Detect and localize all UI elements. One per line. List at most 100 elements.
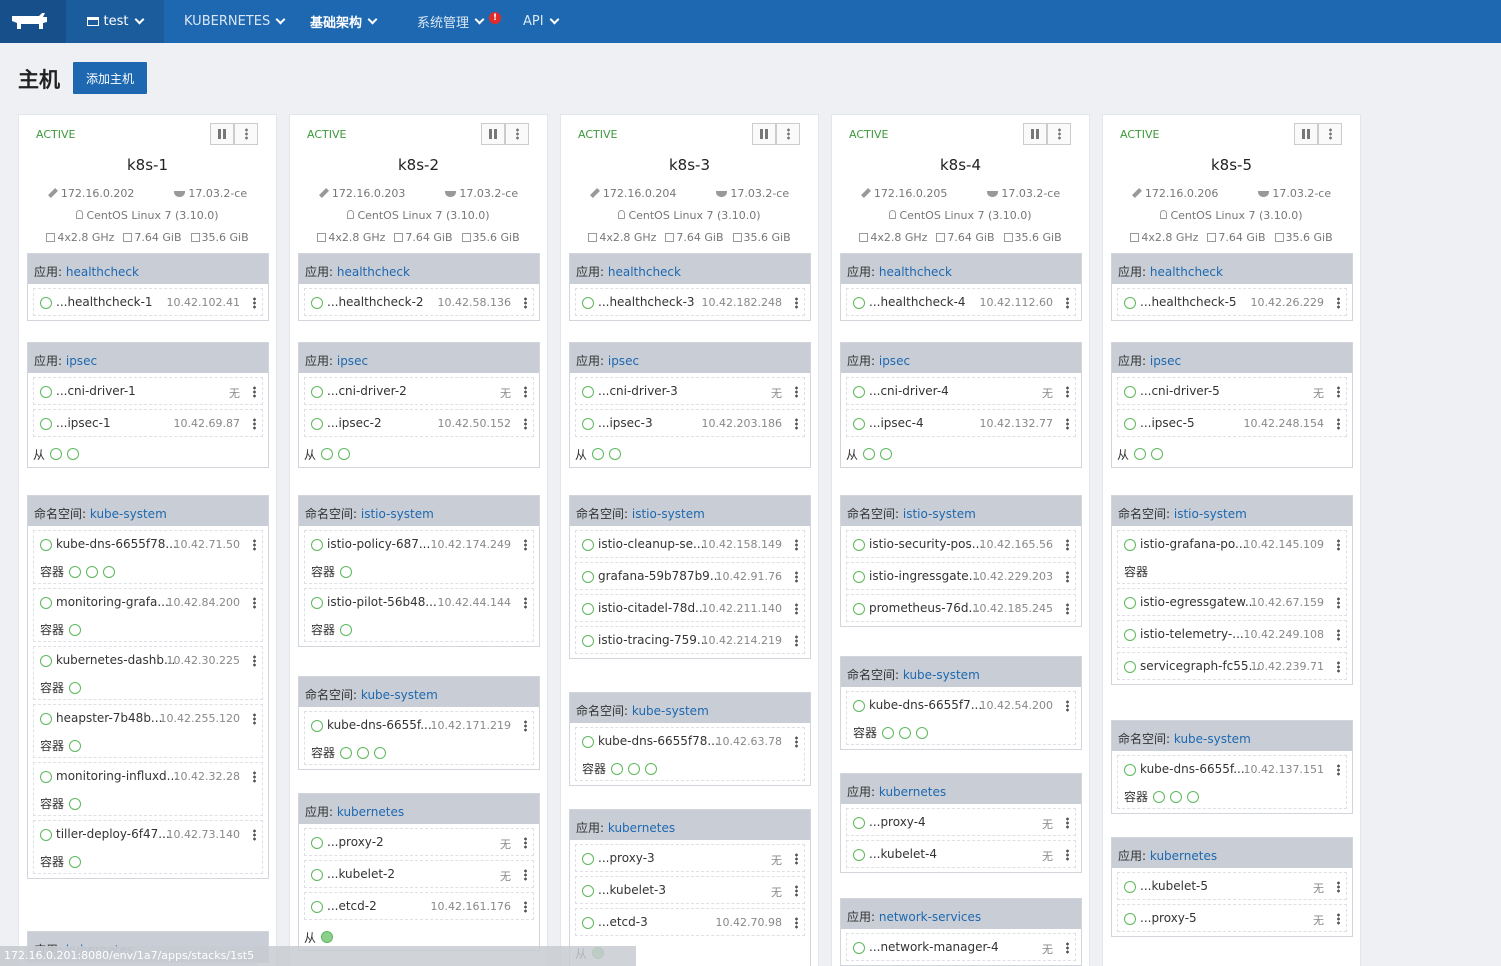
container-name[interactable]: ...kubelet-4: [869, 847, 937, 861]
row-menu-icon[interactable]: [253, 297, 256, 309]
container-row[interactable]: ...ipsec-5 10.42.248.154: [1117, 409, 1347, 437]
container-name[interactable]: ...etcd-3: [598, 915, 648, 929]
container-name[interactable]: istio-cleanup-se...: [598, 537, 704, 551]
row-menu-icon[interactable]: [1337, 764, 1340, 776]
row-menu-icon[interactable]: [1337, 297, 1340, 309]
container-row[interactable]: kube-dns-6655f78... 10.42.71.50 容器: [33, 530, 263, 584]
container-row[interactable]: ...proxy-4 无: [846, 808, 1076, 836]
group-link[interactable]: network-services: [879, 910, 981, 924]
row-menu-icon[interactable]: [524, 597, 527, 609]
container-row[interactable]: ...etcd-3 10.42.70.98: [575, 908, 805, 936]
row-menu-icon[interactable]: [795, 736, 798, 748]
row-menu-icon[interactable]: [795, 386, 798, 398]
container-name[interactable]: kube-dns-6655f...: [1140, 762, 1245, 776]
row-menu-icon[interactable]: [1337, 386, 1340, 398]
container-row[interactable]: ...healthcheck-3 10.42.182.248: [575, 288, 805, 316]
container-row[interactable]: ...healthcheck-4 10.42.112.60: [846, 288, 1076, 316]
row-menu-icon[interactable]: [1066, 539, 1069, 551]
row-menu-icon[interactable]: [1337, 629, 1340, 641]
add-host-button[interactable]: 添加主机: [73, 62, 147, 94]
row-menu-icon[interactable]: [253, 713, 256, 725]
row-menu-icon[interactable]: [1066, 603, 1069, 615]
group-link[interactable]: ipsec: [608, 354, 639, 368]
container-row[interactable]: ...cni-driver-4 无: [846, 377, 1076, 405]
container-row[interactable]: servicegraph-fc55... 10.42.239.71: [1117, 652, 1347, 680]
container-name[interactable]: istio-pilot-56b48...: [327, 595, 437, 609]
container-name[interactable]: ...proxy-2: [327, 835, 384, 849]
container-row[interactable]: ...cni-driver-3 无: [575, 377, 805, 405]
container-row[interactable]: ...proxy-5 无: [1117, 904, 1347, 932]
container-name[interactable]: ...healthcheck-5: [1140, 295, 1237, 309]
row-menu-icon[interactable]: [1337, 539, 1340, 551]
group-link[interactable]: kube-system: [361, 688, 438, 702]
group-link[interactable]: kube-system: [90, 507, 167, 521]
row-menu-icon[interactable]: [253, 829, 256, 841]
group-link[interactable]: healthcheck: [66, 265, 139, 279]
container-name[interactable]: tiller-deploy-6f47...: [56, 827, 170, 841]
container-name[interactable]: ...kubelet-5: [1140, 879, 1208, 893]
group-link[interactable]: istio-system: [903, 507, 976, 521]
container-row[interactable]: ...kubelet-2 无: [304, 860, 534, 888]
container-row[interactable]: istio-egressgatew... 10.42.67.159: [1117, 588, 1347, 616]
container-name[interactable]: istio-policy-687...: [327, 537, 430, 551]
container-row[interactable]: heapster-7b48b... 10.42.255.120 容器: [33, 704, 263, 758]
container-name[interactable]: kube-dns-6655f78...: [56, 537, 177, 551]
container-name[interactable]: ...network-manager-4: [869, 940, 999, 954]
container-row[interactable]: ...ipsec-2 10.42.50.152: [304, 409, 534, 437]
row-menu-icon[interactable]: [253, 771, 256, 783]
row-menu-icon[interactable]: [1066, 700, 1069, 712]
row-menu-icon[interactable]: [795, 885, 798, 897]
container-name[interactable]: istio-security-pos...: [869, 537, 983, 551]
container-row[interactable]: kube-dns-6655f... 10.42.137.151 容器: [1117, 755, 1347, 809]
container-row[interactable]: grafana-59b787b9... 10.42.91.76: [575, 562, 805, 590]
container-row[interactable]: istio-ingressgate... 10.42.229.203: [846, 562, 1076, 590]
container-row[interactable]: ...kubelet-5 无: [1117, 872, 1347, 900]
container-name[interactable]: ...ipsec-1: [56, 416, 111, 430]
row-menu-icon[interactable]: [1066, 942, 1069, 954]
container-row[interactable]: ...ipsec-4 10.42.132.77: [846, 409, 1076, 437]
container-row[interactable]: ...cni-driver-1 无: [33, 377, 263, 405]
row-menu-icon[interactable]: [253, 539, 256, 551]
row-menu-icon[interactable]: [524, 386, 527, 398]
container-name[interactable]: ...healthcheck-4: [869, 295, 966, 309]
container-name[interactable]: ...cni-driver-5: [1140, 384, 1220, 398]
container-row[interactable]: ...ipsec-1 10.42.69.87: [33, 409, 263, 437]
host-name[interactable]: k8s-4: [832, 156, 1089, 174]
container-name[interactable]: kube-dns-6655f7...: [869, 698, 982, 712]
row-menu-icon[interactable]: [524, 837, 527, 849]
host-menu-button[interactable]: [505, 123, 529, 145]
nav-infrastructure[interactable]: 基础架构: [310, 0, 378, 43]
pause-button[interactable]: [1294, 123, 1318, 145]
row-menu-icon[interactable]: [524, 418, 527, 430]
host-name[interactable]: k8s-2: [290, 156, 547, 174]
container-row[interactable]: kubernetes-dashb... 10.42.30.225 容器: [33, 646, 263, 700]
group-link[interactable]: istio-system: [632, 507, 705, 521]
container-name[interactable]: ...ipsec-3: [598, 416, 653, 430]
container-row[interactable]: ...kubelet-3 无: [575, 876, 805, 904]
row-menu-icon[interactable]: [795, 571, 798, 583]
row-menu-icon[interactable]: [524, 539, 527, 551]
container-row[interactable]: prometheus-76d... 10.42.185.245: [846, 594, 1076, 622]
container-name[interactable]: kube-dns-6655f78...: [598, 734, 719, 748]
container-row[interactable]: ...network-manager-4 无: [846, 933, 1076, 961]
container-name[interactable]: heapster-7b48b...: [56, 711, 162, 725]
host-name[interactable]: k8s-1: [19, 156, 276, 174]
container-name[interactable]: servicegraph-fc55...: [1140, 659, 1260, 673]
container-row[interactable]: ...healthcheck-5 10.42.26.229: [1117, 288, 1347, 316]
container-name[interactable]: istio-grafana-po...: [1140, 537, 1246, 551]
container-name[interactable]: istio-ingressgate...: [869, 569, 980, 583]
row-menu-icon[interactable]: [524, 297, 527, 309]
container-name[interactable]: ...kubelet-2: [327, 867, 395, 881]
host-menu-button[interactable]: [234, 123, 258, 145]
container-name[interactable]: ...proxy-4: [869, 815, 926, 829]
container-row[interactable]: ...kubelet-4 无: [846, 840, 1076, 868]
host-name[interactable]: k8s-5: [1103, 156, 1360, 174]
rancher-logo[interactable]: [0, 0, 66, 43]
container-row[interactable]: kube-dns-6655f7... 10.42.54.200 容器: [846, 691, 1076, 745]
group-link[interactable]: kubernetes: [879, 785, 946, 799]
host-menu-button[interactable]: [776, 123, 800, 145]
row-menu-icon[interactable]: [1066, 386, 1069, 398]
group-link[interactable]: healthcheck: [608, 265, 681, 279]
host-menu-button[interactable]: [1318, 123, 1342, 145]
row-menu-icon[interactable]: [524, 720, 527, 732]
